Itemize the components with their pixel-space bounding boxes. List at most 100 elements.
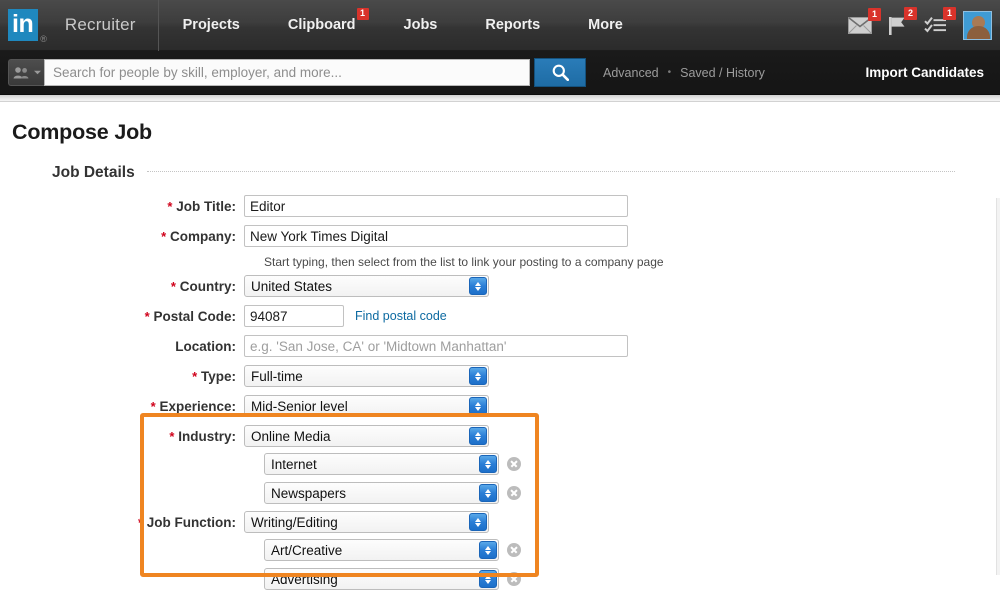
required-asterisk: * <box>192 368 198 384</box>
nav-item-reports[interactable]: Reports <box>461 0 564 50</box>
search-secondary-links: Advanced • Saved / History <box>603 66 765 80</box>
nav-item-reports-label: Reports <box>485 17 541 33</box>
import-candidates-link[interactable]: Import Candidates <box>865 65 992 80</box>
compose-job-page: Compose Job Job Details * Job Title: * C… <box>0 102 1000 590</box>
user-avatar[interactable] <box>963 10 992 40</box>
job-function-select-2-value: Art/Creative <box>271 542 343 558</box>
chevron-down-icon <box>33 70 41 75</box>
links-separator: • <box>667 67 672 78</box>
remove-industry-2-button[interactable] <box>507 457 521 471</box>
postal-code-input[interactable] <box>244 305 344 327</box>
job-function-select-1[interactable]: Writing/Editing <box>244 511 489 533</box>
page-scrollbar[interactable] <box>996 198 1000 575</box>
linkedin-logo[interactable]: in ® <box>0 0 53 50</box>
required-asterisk: * <box>144 308 150 324</box>
people-icon <box>13 67 28 79</box>
location-input[interactable] <box>244 335 628 357</box>
country-select[interactable]: United States <box>244 275 489 297</box>
tasks-badge: 1 <box>943 7 956 20</box>
stepper-icon <box>469 277 487 295</box>
stepper-icon <box>479 484 497 502</box>
clipboard-badge: 1 <box>356 8 369 20</box>
required-asterisk: * <box>169 428 175 444</box>
nav-item-projects-label: Projects <box>182 17 240 33</box>
experience-label-text: Experience: <box>159 398 236 414</box>
stepper-icon <box>469 397 487 415</box>
stepper-icon <box>469 427 487 445</box>
field-row-job-function-2: Art/Creative <box>264 539 1000 561</box>
type-label-text: Type: <box>200 368 236 384</box>
industry-select-1-value: Online Media <box>251 428 331 444</box>
industry-select-2-value: Internet <box>271 456 317 472</box>
type-label: * Type: <box>12 369 244 384</box>
stepper-icon <box>469 513 487 531</box>
country-label-text: Country: <box>179 278 236 294</box>
job-function-select-3[interactable]: Advertising <box>264 568 499 590</box>
primary-nav-items: Projects Clipboard 1 Jobs Reports More <box>159 0 647 50</box>
required-asterisk: * <box>137 514 143 530</box>
experience-select-value: Mid-Senior level <box>251 398 348 414</box>
field-row-country: * Country: United States <box>12 275 1000 297</box>
job-details-label: Job Details <box>52 164 135 181</box>
field-row-job-function: * Job Function: Writing/Editing <box>12 511 1000 533</box>
advanced-search-link[interactable]: Advanced <box>603 66 659 80</box>
job-function-label: * Job Function: <box>12 515 244 530</box>
messages-button[interactable]: 1 <box>848 7 881 34</box>
industry-label: * Industry: <box>12 429 244 444</box>
messages-badge: 1 <box>868 7 881 21</box>
find-postal-code-link[interactable]: Find postal code <box>355 309 447 323</box>
industry-label-text: Industry: <box>178 428 236 444</box>
nav-item-clipboard-label: Clipboard <box>287 17 356 33</box>
tasks-button[interactable]: 1 <box>924 7 956 34</box>
industry-select-2[interactable]: Internet <box>264 453 499 475</box>
top-navigation-bar: in ® Recruiter Projects Clipboard 1 Jobs… <box>0 0 1000 51</box>
search-bar: Advanced • Saved / History Import Candid… <box>0 51 1000 95</box>
job-function-select-3-value: Advertising <box>271 571 338 587</box>
saved-history-link[interactable]: Saved / History <box>680 66 765 80</box>
required-asterisk: * <box>161 228 167 244</box>
industry-select-3-value: Newspapers <box>271 485 347 501</box>
required-asterisk: * <box>150 398 156 414</box>
page-title: Compose Job <box>12 120 152 144</box>
job-title-input[interactable] <box>244 195 628 217</box>
remove-job-function-2-button[interactable] <box>507 543 521 557</box>
search-input[interactable] <box>44 59 530 86</box>
type-select[interactable]: Full-time <box>244 365 489 387</box>
location-label-text: Location: <box>175 338 236 354</box>
field-row-industry-2: Internet <box>264 453 1000 475</box>
job-details-form: * Job Title: * Company: Start typing, th… <box>12 195 1000 590</box>
company-label-text: Company: <box>169 228 236 244</box>
company-input[interactable] <box>244 225 628 247</box>
nav-item-clipboard[interactable]: Clipboard 1 <box>264 0 380 50</box>
nav-item-projects[interactable]: Projects <box>159 0 264 50</box>
product-name-recruiter: Recruiter <box>64 15 136 34</box>
stepper-icon <box>479 541 497 559</box>
industry-select-1[interactable]: Online Media <box>244 425 489 447</box>
search-submit-button[interactable] <box>534 58 586 87</box>
nav-item-jobs-label: Jobs <box>403 17 438 33</box>
nav-item-jobs[interactable]: Jobs <box>380 0 462 50</box>
experience-select[interactable]: Mid-Senior level <box>244 395 489 417</box>
type-select-value: Full-time <box>251 368 303 384</box>
search-scope-people-dropdown[interactable] <box>8 59 44 86</box>
nav-item-more[interactable]: More <box>564 0 647 50</box>
job-function-select-2[interactable]: Art/Creative <box>264 539 499 561</box>
flags-badge: 2 <box>904 6 917 20</box>
search-icon <box>552 64 569 81</box>
registered-trademark-icon: ® <box>40 34 47 44</box>
remove-industry-3-button[interactable] <box>507 486 521 500</box>
company-help-text: Start typing, then select from the list … <box>264 255 664 269</box>
field-row-company: * Company: <box>12 225 1000 247</box>
field-row-job-title: * Job Title: <box>12 195 1000 217</box>
remove-job-function-3-button[interactable] <box>507 572 521 586</box>
required-asterisk: * <box>167 198 173 214</box>
postal-code-label-text: Postal Code: <box>153 308 236 324</box>
stepper-icon <box>479 570 497 588</box>
industry-select-3[interactable]: Newspapers <box>264 482 499 504</box>
section-dotted-rule <box>146 171 955 172</box>
field-row-experience: * Experience: Mid-Senior level <box>12 395 1000 417</box>
flags-button[interactable]: 2 <box>888 6 917 35</box>
field-row-industry: * Industry: Online Media <box>12 425 1000 447</box>
job-function-select-1-value: Writing/Editing <box>251 514 338 530</box>
country-label: * Country: <box>12 279 244 294</box>
